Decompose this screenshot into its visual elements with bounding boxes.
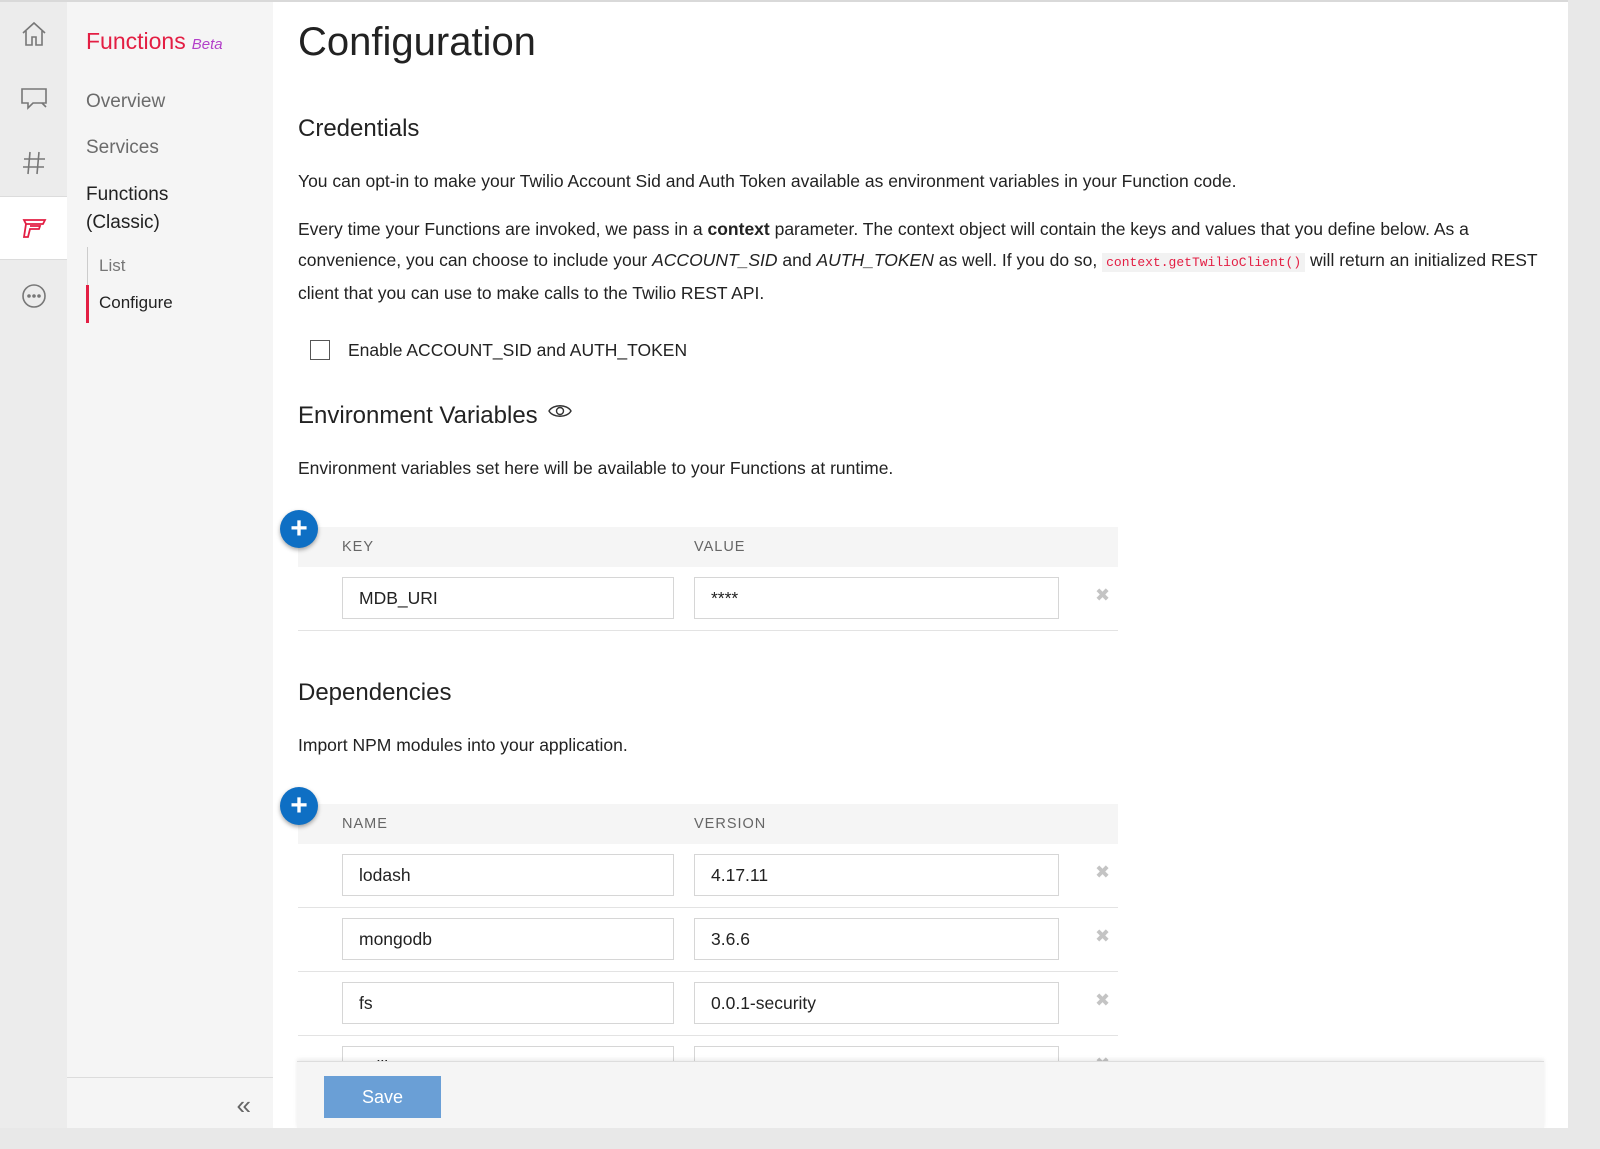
enable-credentials-label[interactable]: Enable ACCOUNT_SID and AUTH_TOKEN [348,340,687,361]
dep-version-input[interactable]: 4.17.11 [694,854,1059,896]
sidebar-subitem-list[interactable]: List [99,256,125,276]
deps-table-row: mongodb 3.6.6 ✖ [298,908,1118,972]
sidebar-title: Functions Beta [86,28,223,55]
env-table-row: MDB_URI **** ✖ [298,567,1118,631]
deps-col-name: NAME [342,816,388,832]
deps-table-header: NAME VERSION [298,804,1118,844]
sidebar-item-services[interactable]: Services [86,137,159,159]
credentials-heading: Credentials [298,115,420,142]
env-key-input[interactable]: MDB_URI [342,577,674,619]
app-window: Functions Beta Overview Services Function… [0,0,1568,1128]
sidebar-item-overview[interactable]: Overview [86,91,165,113]
env-value-input[interactable]: **** [694,577,1059,619]
dep-version-input[interactable]: 3.6.6 [694,918,1059,960]
beta-badge: Beta [191,36,223,53]
chat-icon[interactable] [0,68,67,128]
dependencies-description: Import NPM modules into your application… [298,735,628,755]
collapse-sidebar-icon[interactable]: « [237,1090,251,1121]
credentials-description: Every time your Functions are invoked, w… [298,219,1538,303]
dependencies-heading: Dependencies [298,679,452,706]
env-col-value: VALUE [694,539,746,555]
hash-icon[interactable] [0,133,67,193]
home-icon[interactable] [0,4,67,64]
deps-col-version: VERSION [694,816,767,832]
remove-dependency-icon[interactable]: ✖ [1095,926,1110,947]
dep-name-input[interactable]: lodash [342,854,674,896]
more-icon[interactable] [0,266,67,326]
sidebar-footer: « [67,1077,273,1128]
eye-icon[interactable] [548,403,573,419]
functions-icon[interactable] [0,197,67,259]
product-name: Functions [86,28,186,54]
sidebar-item-functions-classic[interactable]: Functions (Classic) [86,181,196,237]
icon-rail [0,2,67,1128]
save-bar: Save [297,1061,1544,1128]
sidebar-subitem-configure[interactable]: Configure [99,293,173,313]
context-keyword: context [707,219,770,239]
deps-table-row: lodash 4.17.11 ✖ [298,844,1118,908]
code-snippet: context.getTwilioClient() [1102,253,1306,272]
credentials-intro: You can opt-in to make your Twilio Accou… [298,171,1237,191]
deps-table-row: fs 0.0.1-security ✖ [298,972,1118,1036]
save-button[interactable]: Save [324,1076,441,1118]
add-env-variable-button[interactable]: + [280,510,318,548]
env-col-key: KEY [342,539,375,555]
env-table-header: KEY VALUE [298,527,1118,567]
env-description: Environment variables set here will be a… [298,458,894,478]
dep-version-input[interactable]: 0.0.1-security [694,982,1059,1024]
sidebar: Functions Beta Overview Services Function… [67,2,273,1128]
add-dependency-button[interactable]: + [280,787,318,825]
remove-dependency-icon[interactable]: ✖ [1095,990,1110,1011]
env-heading: Environment Variables [298,402,573,430]
page-title: Configuration [298,20,536,64]
dep-name-input[interactable]: mongodb [342,918,674,960]
enable-credentials-checkbox[interactable] [310,340,330,360]
remove-env-icon[interactable]: ✖ [1095,585,1110,606]
dep-name-input[interactable]: fs [342,982,674,1024]
remove-dependency-icon[interactable]: ✖ [1095,862,1110,883]
